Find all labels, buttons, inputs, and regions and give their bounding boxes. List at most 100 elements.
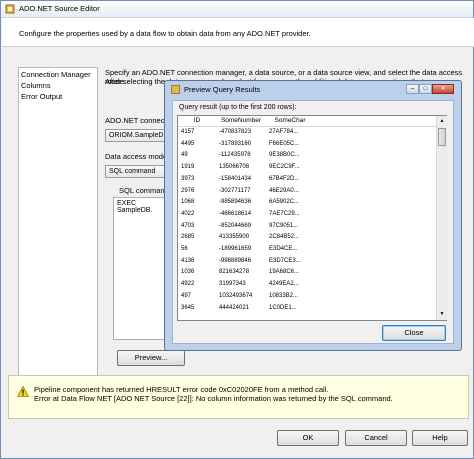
table-cell: -852044669: [219, 222, 252, 229]
connection-manager-combo[interactable]: ORIOM.SampleDB.N: [105, 129, 175, 142]
help-button[interactable]: Help: [412, 430, 468, 446]
scroll-down-icon[interactable]: ▼: [438, 310, 446, 319]
table-row[interactable]: 49 -112435978 9E38B0C...: [178, 150, 314, 162]
minimize-icon[interactable]: –: [406, 84, 419, 94]
table-cell: 4022: [181, 210, 195, 217]
table-row[interactable]: 4136 -998889846 E3D7CE3...: [178, 256, 314, 268]
table-cell: -470837823: [219, 129, 252, 135]
vertical-scrollbar[interactable]: ▲ ▼: [436, 116, 447, 320]
table-cell: 444424021: [219, 304, 250, 311]
column-header-filler: [314, 116, 446, 127]
table-cell: 4922: [181, 281, 195, 288]
table-row[interactable]: 1036 821634278 19A68C6...: [178, 267, 314, 279]
column-header-somenumber[interactable]: SomeNumber: [216, 116, 267, 127]
page-navigation: Connection Manager Columns Error Output: [18, 67, 98, 411]
table-cell: 1032493674: [219, 292, 253, 299]
warning-panel: Pipeline component has returned HRESULT …: [8, 375, 469, 419]
table-row[interactable]: 4157 -470837823 27AF784...: [178, 127, 314, 139]
nav-item-error-output[interactable]: Error Output: [21, 92, 62, 101]
table-cell: 9EC2C9F...: [269, 164, 300, 171]
ok-button[interactable]: OK: [277, 430, 339, 446]
table-cell: 2976: [181, 187, 195, 194]
table-cell: 97C9051...: [269, 222, 299, 229]
table-row[interactable]: 4495 -317893160 F66E05C...: [178, 139, 314, 151]
table-cell: 49: [181, 152, 188, 159]
table-cell: 7AE7C29...: [269, 210, 300, 217]
data-access-mode-combo[interactable]: SQL command: [105, 165, 167, 178]
app-icon: [5, 4, 15, 14]
table-cell: -112435978: [219, 152, 251, 159]
table-cell: 821634278: [219, 269, 250, 276]
table-cell: 4157: [181, 129, 195, 135]
table-cell: 6A5902C...: [269, 199, 300, 206]
table-cell: -158401434: [219, 175, 252, 182]
table-cell: 3973: [181, 175, 195, 182]
close-icon[interactable]: ✕: [432, 84, 454, 94]
table-cell: -998889846: [219, 257, 252, 264]
table-cell: 31997343: [219, 281, 246, 288]
table-cell: E3D4CE...: [269, 246, 298, 252]
table-row[interactable]: 3973 -158401434 67B4F2D...: [178, 174, 314, 186]
table-row[interactable]: 4022 -466618614 7AE7C29...: [178, 209, 314, 221]
table-cell: -317893160: [219, 140, 252, 147]
maximize-icon[interactable]: □: [419, 84, 432, 94]
title-bar[interactable]: ADO.NET Source Editor: [1, 1, 473, 18]
table-cell: -985894636: [219, 199, 252, 206]
table-row[interactable]: 497 1032493674 10833B2...: [178, 291, 314, 303]
table-row[interactable]: 2976 -302771177 46E29A0...: [178, 186, 314, 198]
table-cell: 46E29A0...: [269, 187, 299, 194]
table-cell: 19A68C6...: [269, 269, 300, 276]
table-cell: -302771177: [219, 187, 251, 194]
table-cell: F66E05C...: [269, 140, 300, 147]
table-cell: 56: [181, 246, 188, 252]
table-cell: 497: [181, 292, 192, 299]
warning-line2: Error at Data Flow NET [ADO NET Source […: [34, 394, 393, 403]
data-access-mode-label: Data access mode:: [105, 152, 170, 161]
header-description: Configure the properties used by a data …: [19, 29, 311, 38]
table-cell: 2C84B52...: [269, 234, 300, 241]
close-button[interactable]: Close: [382, 325, 446, 341]
window-title: ADO.NET Source Editor: [19, 4, 100, 13]
table-row[interactable]: 4922 31997343 4249EA2...: [178, 279, 314, 291]
table-cell: 4495: [181, 140, 195, 147]
table-cell: -466618614: [219, 210, 252, 217]
query-results-grid[interactable]: ID SomeNumber SomeChar 4157 -470837823 27A…: [177, 115, 447, 321]
table-row[interactable]: 2685 413355900 2C84B52...: [178, 232, 314, 244]
cancel-button[interactable]: Cancel: [345, 430, 407, 446]
table-cell: 10833B2...: [269, 292, 299, 299]
table-cell: 1068: [181, 199, 195, 206]
table-row[interactable]: 3645 444424021 1C0DE1...: [178, 303, 314, 315]
table-cell: 1036: [181, 269, 195, 276]
sql-command-textarea[interactable]: EXEC SampleDB.: [113, 197, 167, 340]
column-header-id[interactable]: ID: [178, 116, 217, 127]
table-cell: 9E38B0C...: [269, 152, 300, 159]
header-panel: Configure the properties used by a data …: [2, 18, 474, 47]
table-row[interactable]: 1068 -985894636 6A5902C...: [178, 197, 314, 209]
table-cell: 2685: [181, 234, 195, 241]
table-cell: 413355900: [219, 234, 250, 241]
table-cell: 1919: [181, 164, 195, 171]
table-cell: 67B4F2D...: [269, 175, 300, 182]
table-cell: 4136: [181, 257, 195, 264]
scroll-up-icon[interactable]: ▲: [438, 117, 446, 126]
table-cell: 4703: [181, 222, 195, 229]
warning-icon: [17, 386, 29, 397]
query-result-label: Query result (up to the first 200 rows):: [179, 104, 297, 111]
table-cell: 1C0DE1...: [269, 304, 297, 311]
dialog-title: Preview Query Results: [184, 85, 261, 94]
nav-item-columns[interactable]: Columns: [21, 81, 51, 90]
table-cell: 3645: [181, 304, 195, 311]
scrollbar-thumb[interactable]: [438, 128, 446, 146]
column-header-somechar[interactable]: SomeChar: [266, 116, 315, 127]
dialog-icon: [171, 85, 180, 94]
preview-button[interactable]: Preview...: [117, 350, 185, 366]
table-cell: 135066708: [219, 164, 250, 171]
table-row[interactable]: 1919 135066708 9EC2C9F...: [178, 162, 314, 174]
nav-item-connection-manager[interactable]: Connection Manager: [21, 70, 91, 79]
table-cell: -189961659: [219, 246, 252, 252]
table-cell: 27AF784...: [269, 129, 299, 135]
table-row[interactable]: 4703 -852044669 97C9051...: [178, 221, 314, 233]
table-cell: 4249EA2...: [269, 281, 299, 288]
table-row[interactable]: 56 -189961659 E3D4CE...: [178, 244, 314, 256]
warning-line1: Pipeline component has returned HRESULT …: [34, 385, 329, 394]
